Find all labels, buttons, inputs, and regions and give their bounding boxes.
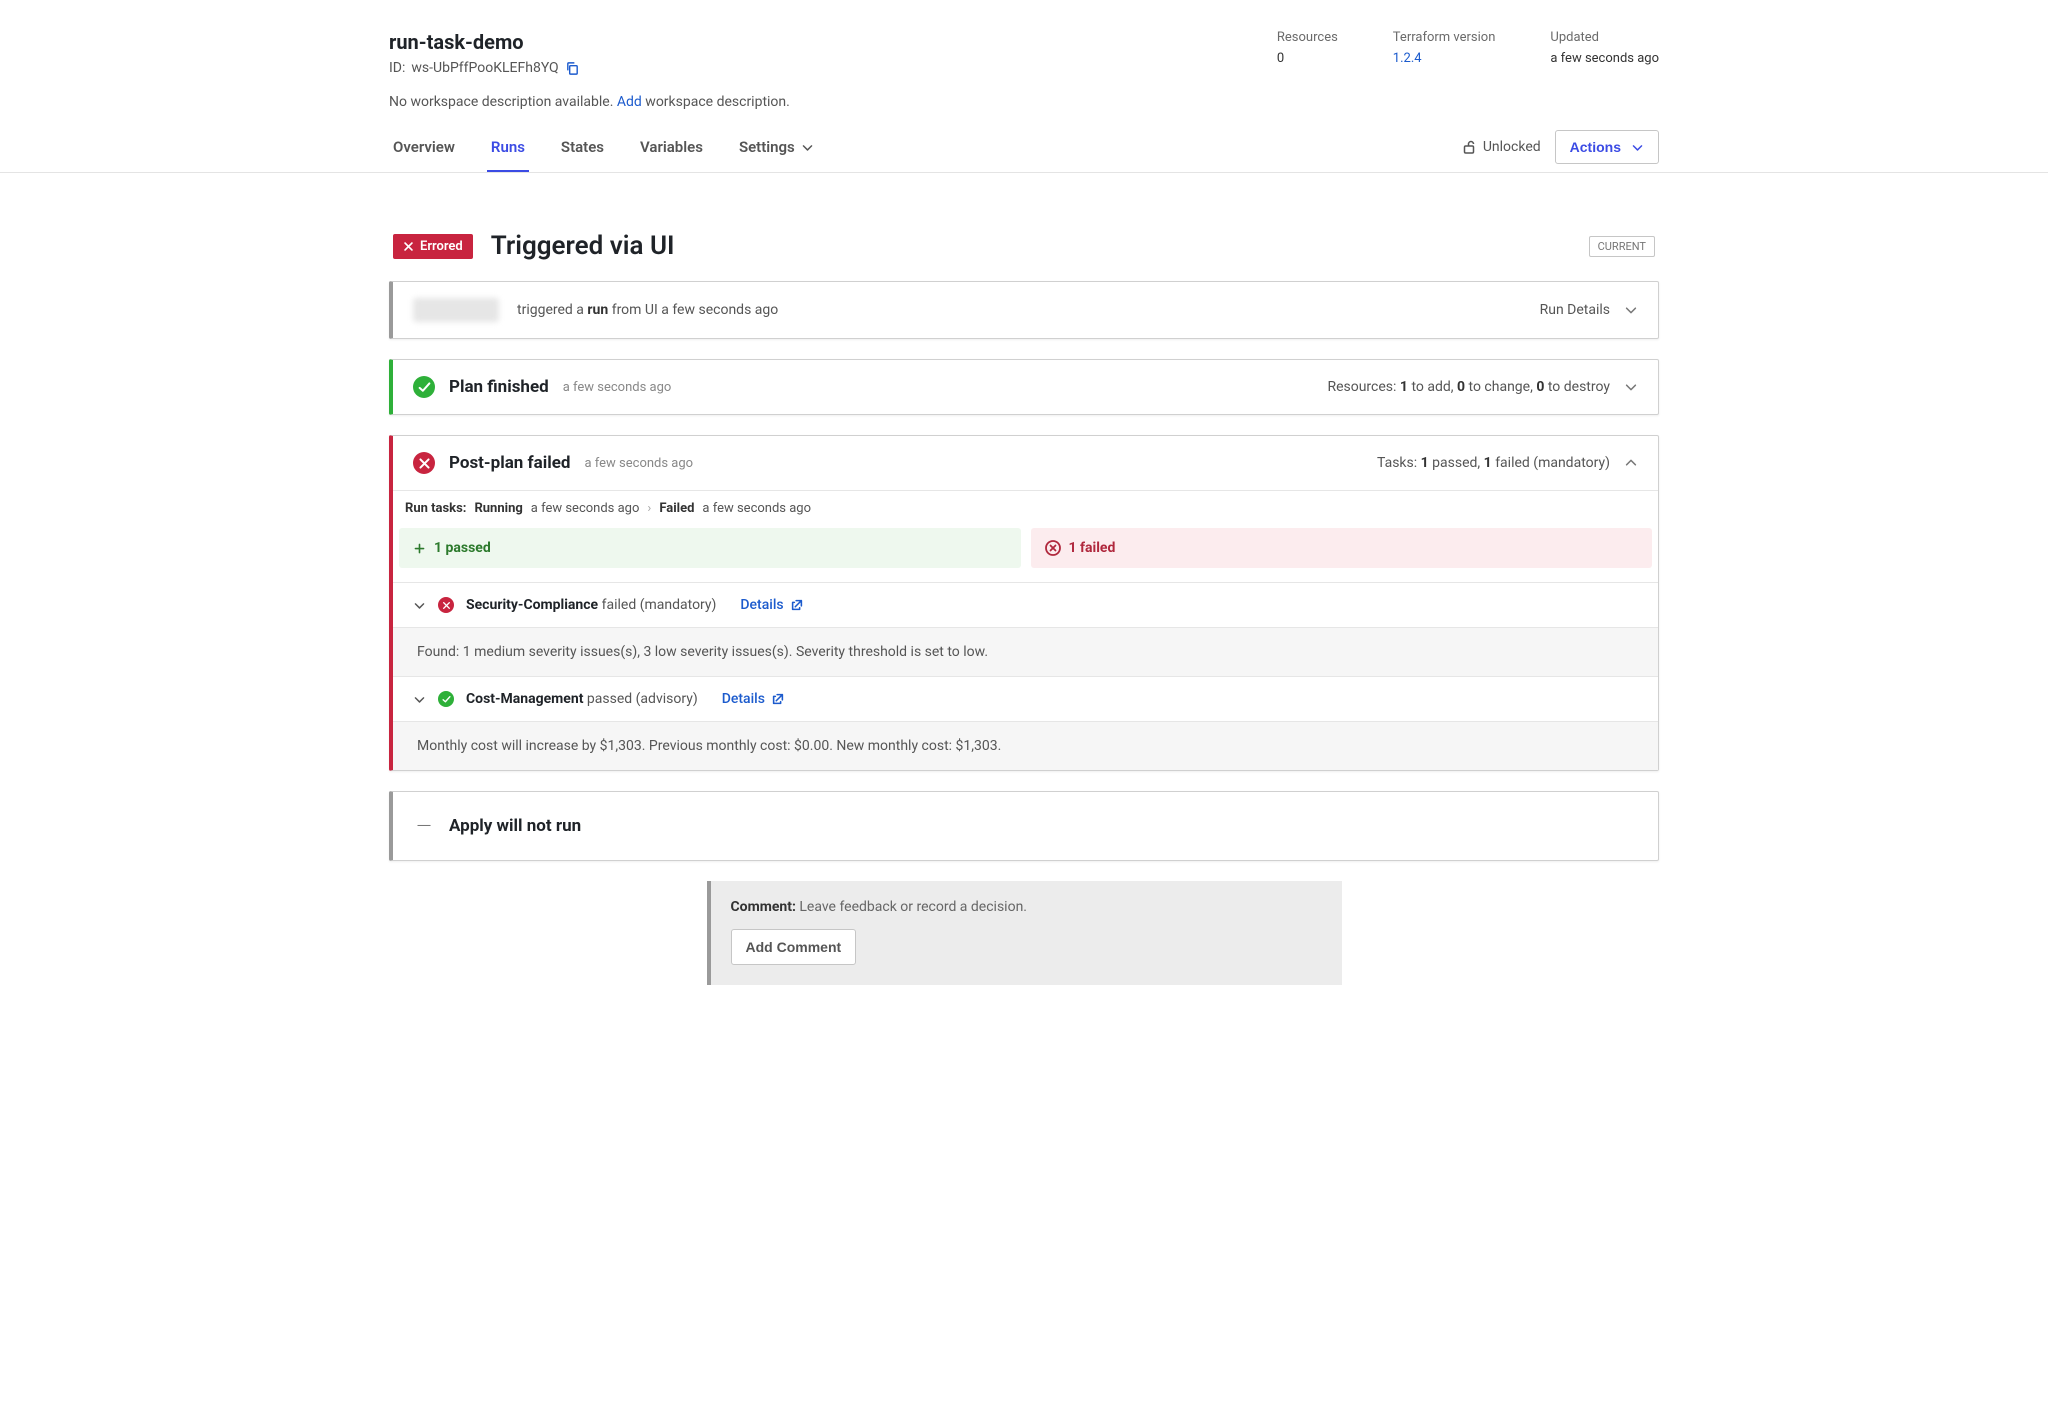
x-circle-icon [413, 452, 435, 474]
task-body: Found: 1 medium severity issues(s), 3 lo… [393, 627, 1658, 676]
crumb-ts: a few seconds ago [702, 501, 811, 516]
postplan-summary: Tasks: 1 passed, 1 failed (mandatory) [1377, 455, 1610, 471]
meta-label: Updated [1550, 30, 1659, 45]
plus-icon [413, 542, 426, 555]
crumb-running: Running [474, 501, 522, 516]
meta-label: Resources [1277, 30, 1338, 45]
failed-label: 1 failed [1069, 540, 1116, 556]
status-split: 1 passed 1 failed [393, 528, 1658, 583]
passed-label: 1 passed [434, 540, 491, 556]
workspace-description: No workspace description available. Add … [389, 86, 1659, 128]
actions-button[interactable]: Actions [1555, 130, 1659, 164]
task-body: Monthly cost will increase by $1,303. Pr… [393, 721, 1658, 770]
check-circle-icon [438, 691, 454, 707]
post-plan-panel: Post-plan failed a few seconds ago Tasks… [389, 435, 1659, 771]
external-link-icon [771, 692, 785, 706]
tab-label: Settings [739, 138, 795, 156]
tab-overview[interactable]: Overview [389, 128, 459, 172]
comment-box: Comment: Leave feedback or record a deci… [707, 881, 1342, 985]
description-text: No workspace description available. [389, 94, 613, 110]
lock-label: Unlocked [1483, 139, 1541, 155]
lock-state[interactable]: Unlocked [1461, 139, 1541, 155]
description-text: workspace description. [645, 94, 790, 110]
crumb-label: Run tasks: [405, 501, 466, 516]
plan-panel: Plan finished a few seconds ago Resource… [389, 359, 1659, 415]
unlock-icon [1461, 139, 1477, 155]
avatar [413, 298, 499, 322]
run-title: Triggered via UI [491, 231, 1571, 261]
failed-count-box: 1 failed [1031, 528, 1653, 568]
tab-variables[interactable]: Variables [636, 128, 707, 172]
minus-icon: — [413, 814, 435, 838]
add-description-link[interactable]: Add [617, 94, 642, 110]
comment-label: Comment: [731, 899, 796, 915]
copy-id-icon[interactable] [565, 61, 580, 76]
postplan-timestamp: a few seconds ago [584, 456, 693, 471]
workspace-id-label: ID: [389, 60, 405, 76]
tab-runs[interactable]: Runs [487, 128, 529, 172]
plan-timestamp: a few seconds ago [563, 380, 672, 395]
external-link-icon [790, 598, 804, 612]
actions-label: Actions [1570, 139, 1621, 155]
badge-label: Errored [420, 239, 463, 254]
workspace-id: ID: ws-UbPffPooKLEFh8YQ [389, 60, 1277, 76]
workspace-header: run-task-demo ID: ws-UbPffPooKLEFh8YQ Re… [389, 0, 1659, 86]
chevron-down-icon [801, 141, 814, 154]
chevron-down-icon [1631, 141, 1644, 154]
task-item: Security-Compliance failed (mandatory) D… [393, 583, 1658, 677]
trigger-text: triggered a run from UI a few seconds ag… [517, 302, 778, 318]
add-comment-button[interactable]: Add Comment [731, 929, 857, 965]
comment-hint: Leave feedback or record a decision. [799, 899, 1027, 915]
postplan-title: Post-plan failed [449, 453, 570, 473]
meta-value: 0 [1277, 51, 1338, 66]
apply-panel: — Apply will not run [389, 791, 1659, 861]
meta-updated: Updated a few seconds ago [1550, 30, 1659, 76]
check-circle-icon [413, 376, 435, 398]
meta-value: a few seconds ago [1550, 51, 1659, 66]
chevron-down-icon[interactable] [413, 693, 426, 706]
chevron-up-icon[interactable] [1624, 456, 1638, 470]
chevron-down-icon[interactable] [1624, 303, 1638, 317]
task-name: Cost-Management [466, 691, 583, 707]
x-circle-icon [1045, 540, 1061, 556]
plan-title: Plan finished [449, 377, 549, 397]
chevron-right-icon: › [647, 501, 651, 516]
workspace-title: run-task-demo [389, 30, 1277, 54]
tabs-row: Overview Runs States Variables Settings … [0, 128, 2048, 173]
details-label: Details [722, 691, 765, 707]
run-header: Errored Triggered via UI CURRENT [389, 173, 1659, 281]
task-status-text: passed (advisory) [587, 691, 698, 707]
run-tasks-breadcrumb: Run tasks: Running a few seconds ago › F… [393, 490, 1658, 528]
x-circle-icon [438, 597, 454, 613]
task-status-text: failed (mandatory) [602, 597, 717, 613]
passed-count-box: 1 passed [399, 528, 1021, 568]
crumb-failed: Failed [659, 501, 694, 516]
task-item: Cost-Management passed (advisory) Detail… [393, 677, 1658, 770]
chevron-down-icon[interactable] [1624, 380, 1638, 394]
trigger-panel: triggered a run from UI a few seconds ag… [389, 281, 1659, 339]
meta-terraform-version: Terraform version 1.2.4 [1393, 30, 1496, 76]
task-details-link[interactable]: Details [740, 597, 803, 613]
chevron-down-icon[interactable] [413, 599, 426, 612]
terraform-version-link[interactable]: 1.2.4 [1393, 51, 1496, 66]
workspace-id-value: ws-UbPffPooKLEFh8YQ [411, 60, 558, 76]
tab-settings[interactable]: Settings [735, 128, 818, 172]
tab-states[interactable]: States [557, 128, 608, 172]
x-icon [403, 241, 414, 252]
status-badge-errored: Errored [393, 234, 473, 259]
details-label: Details [740, 597, 783, 613]
meta-label: Terraform version [1393, 30, 1496, 45]
apply-title: Apply will not run [449, 816, 581, 836]
crumb-ts: a few seconds ago [531, 501, 640, 516]
meta-resources: Resources 0 [1277, 30, 1338, 76]
current-badge: CURRENT [1589, 236, 1655, 257]
plan-summary: Resources: 1 to add, 0 to change, 0 to d… [1327, 379, 1610, 395]
task-details-link[interactable]: Details [722, 691, 785, 707]
run-details-toggle[interactable]: Run Details [1540, 302, 1610, 318]
task-name: Security-Compliance [466, 597, 598, 613]
